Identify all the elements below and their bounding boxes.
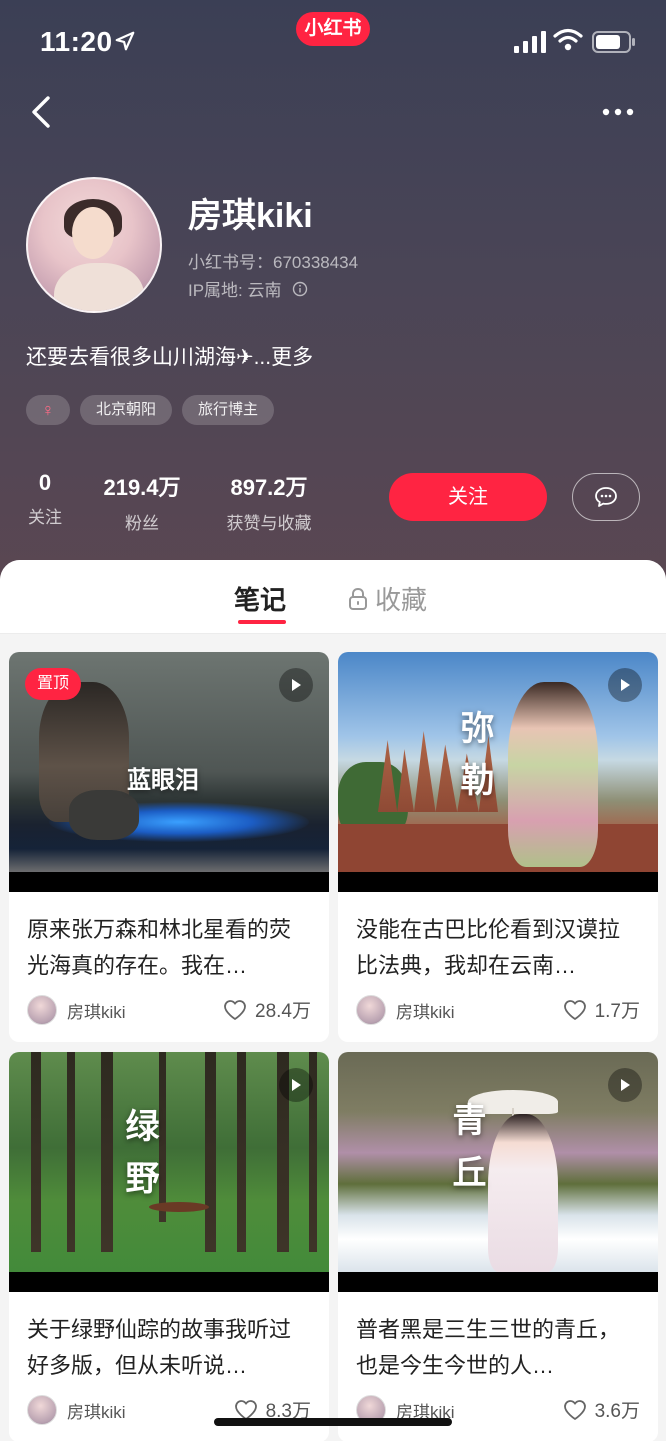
heart-icon xyxy=(224,999,246,1020)
author-name: 房琪kiki xyxy=(67,1402,126,1422)
tab-notes[interactable]: 笔记 xyxy=(234,580,286,617)
note-thumbnail: 绿野 xyxy=(9,1052,329,1292)
status-bar: 11:20 小红书 xyxy=(0,0,666,86)
stat-following-label: 关注 xyxy=(28,508,62,527)
note-title: 普者黑是三生三世的青丘，也是今生今世的人… xyxy=(356,1317,621,1378)
profile-red-id: 小红书号：670338434 xyxy=(188,253,359,272)
like-count: 1.7万 xyxy=(594,1001,640,1022)
note-author[interactable]: 房琪kiki xyxy=(27,995,126,1025)
author-name: 房琪kiki xyxy=(396,1002,455,1022)
note-likes[interactable]: 3.6万 xyxy=(563,1396,640,1423)
note-thumbnail: 弥勒 xyxy=(338,652,658,892)
author-avatar xyxy=(27,995,57,1025)
pinned-badge: 置顶 xyxy=(25,668,82,700)
video-play-icon xyxy=(608,668,642,702)
thumbnail-caption: 青丘 xyxy=(446,1102,486,1206)
author-avatar xyxy=(356,995,386,1025)
heart-icon xyxy=(563,1399,586,1420)
thumbnail-caption: 蓝眼泪 xyxy=(127,765,199,794)
profile-tags: ♀ 北京朝阳 旅行博主 xyxy=(26,395,275,425)
note-author[interactable]: 房琪kiki xyxy=(356,995,455,1025)
stat-followers[interactable]: 219.4万 粉丝 xyxy=(92,470,192,534)
gender-female-tag: ♀ xyxy=(26,395,70,425)
message-button[interactable] xyxy=(572,473,640,521)
stat-likes-label: 获赞与收藏 xyxy=(226,514,312,533)
signal-icon xyxy=(514,31,546,53)
back-button[interactable] xyxy=(24,92,64,132)
wifi-icon xyxy=(553,28,583,51)
location-tag: 北京朝阳 xyxy=(80,395,173,425)
note-title: 没能在古巴比伦看到汉谟拉比法典，我却在云南… xyxy=(356,917,621,978)
note-card-3[interactable]: 绿野 关于绿野仙踪的故事我听过好多版，但从未听说… 房琪kiki 8.3万 xyxy=(9,1052,329,1441)
profile-stats: 0 关注 219.4万 粉丝 897.2万 获赞与收藏 xyxy=(26,470,324,534)
category-tag: 旅行博主 xyxy=(182,395,275,425)
note-author[interactable]: 房琪kiki xyxy=(27,1395,126,1425)
follow-button[interactable]: 关注 xyxy=(389,473,547,521)
stat-followers-label: 粉丝 xyxy=(125,514,159,533)
profile-tabs: 笔记 收藏 xyxy=(0,560,666,634)
tab-collect[interactable]: 收藏 xyxy=(347,580,427,617)
video-play-icon xyxy=(608,1068,642,1102)
author-name: 房琪kiki xyxy=(67,1002,126,1022)
profile-bio[interactable]: 还要去看很多山川湖海✈...更多 xyxy=(26,341,313,371)
notes-panel: 笔记 收藏 蓝眼泪 置顶 原来张万森和林北星看的荧光海真的存在。我在… 房琪ki… xyxy=(0,560,666,1441)
profile-ip-location: IP属地: 云南 xyxy=(188,276,308,301)
lock-icon xyxy=(349,587,367,610)
home-indicator[interactable] xyxy=(214,1418,452,1426)
chat-bubble-icon xyxy=(595,487,617,507)
note-title: 原来张万森和林北星看的荧光海真的存在。我在… xyxy=(27,917,292,978)
thumbnail-caption: 绿野 xyxy=(119,1108,159,1212)
stat-likes-collects[interactable]: 897.2万 获赞与收藏 xyxy=(214,470,324,534)
note-card-4[interactable]: 青丘 普者黑是三生三世的青丘，也是今生今世的人… 房琪kiki 3.6万 xyxy=(338,1052,658,1441)
more-options-button[interactable] xyxy=(594,96,642,128)
note-thumbnail: 青丘 xyxy=(338,1052,658,1292)
stat-following-value: 0 xyxy=(38,470,52,495)
ip-location-text: IP属地: 云南 xyxy=(188,281,282,300)
app-badge: 小红书 xyxy=(296,12,370,46)
author-avatar xyxy=(27,1395,57,1425)
info-icon[interactable] xyxy=(292,281,308,297)
location-arrow-icon xyxy=(115,31,135,51)
stat-followers-value: 219.4万 xyxy=(103,475,181,500)
stat-likes-value: 897.2万 xyxy=(230,475,308,500)
tab-collect-label: 收藏 xyxy=(375,585,428,615)
battery-icon xyxy=(592,31,635,53)
thumbnail-caption: 弥勒 xyxy=(454,710,494,814)
video-play-icon xyxy=(279,1068,313,1102)
note-title: 关于绿野仙踪的故事我听过好多版，但从未听说… xyxy=(27,1317,292,1378)
tab-active-indicator xyxy=(238,620,286,624)
note-thumbnail: 蓝眼泪 置顶 xyxy=(9,652,329,892)
profile-nickname: 房琪kiki xyxy=(188,197,313,235)
profile-avatar[interactable] xyxy=(26,177,162,313)
like-count: 28.4万 xyxy=(255,1001,311,1022)
stat-following[interactable]: 0 关注 xyxy=(26,470,64,534)
video-play-icon xyxy=(279,668,313,702)
like-count: 3.6万 xyxy=(594,1401,640,1422)
note-likes[interactable]: 28.4万 xyxy=(223,996,311,1023)
note-card-1[interactable]: 蓝眼泪 置顶 原来张万森和林北星看的荧光海真的存在。我在… 房琪kiki 28.… xyxy=(9,652,329,1042)
status-time: 11:20 xyxy=(40,26,113,57)
note-card-2[interactable]: 弥勒 没能在古巴比伦看到汉谟拉比法典，我却在云南… 房琪kiki 1.7万 xyxy=(338,652,658,1042)
heart-icon xyxy=(563,999,586,1020)
note-likes[interactable]: 1.7万 xyxy=(563,996,640,1023)
